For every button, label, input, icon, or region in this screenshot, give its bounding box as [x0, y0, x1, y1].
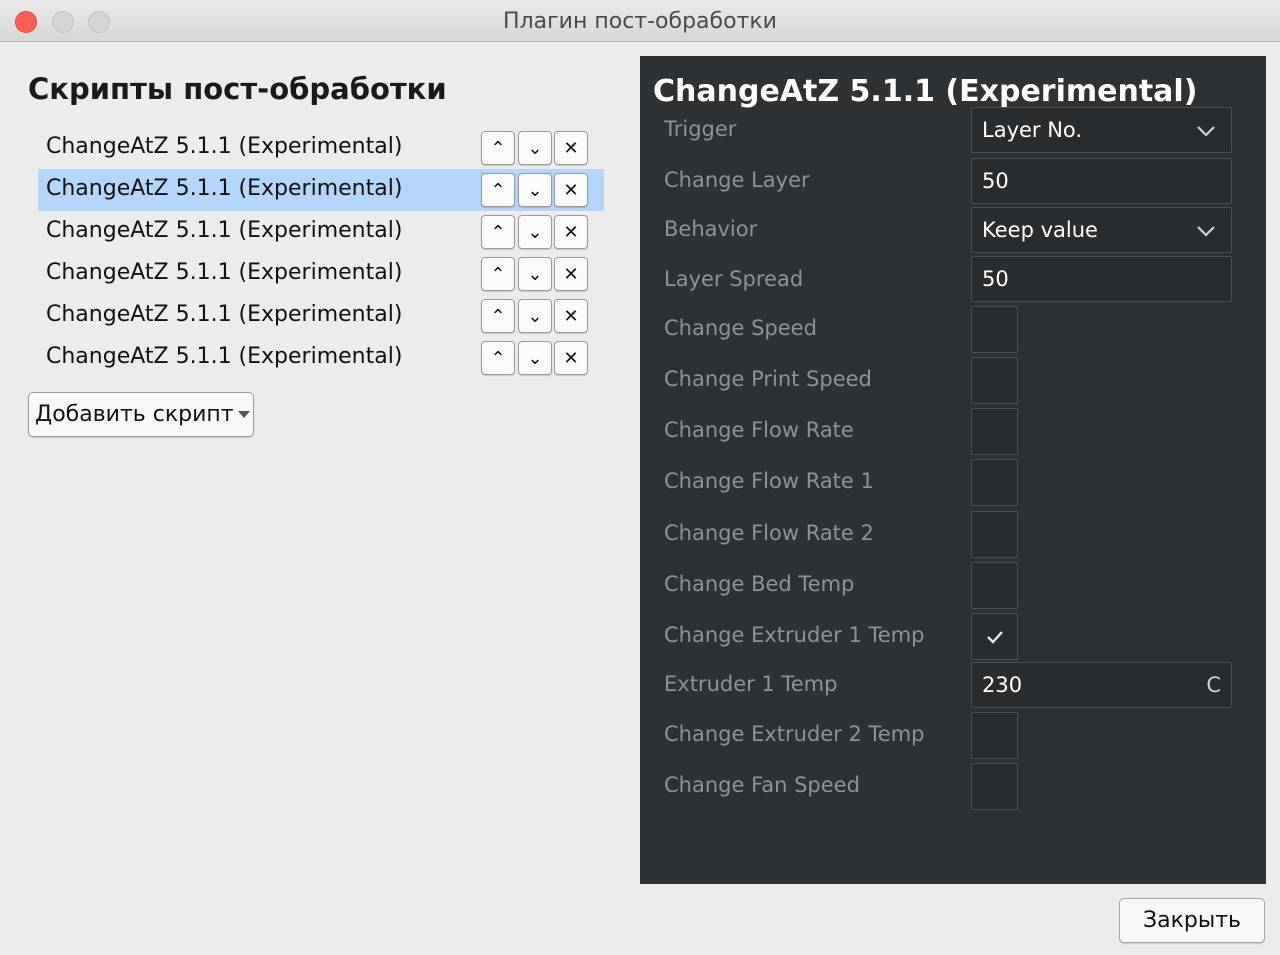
script-row[interactable]: ChangeAtZ 5.1.1 (Experimental) ⌃ ⌄ ✕ [38, 169, 604, 211]
change-flow-rate-1-checkbox[interactable] [971, 459, 1018, 506]
change-layer-value: 50 [982, 169, 1009, 193]
chevron-down-icon: ⌄ [527, 221, 543, 243]
script-name: ChangeAtZ 5.1.1 (Experimental) [46, 302, 403, 327]
script-row[interactable]: ChangeAtZ 5.1.1 (Experimental) ⌃ ⌄ ✕ [38, 211, 604, 253]
remove-script-button[interactable]: ✕ [554, 215, 588, 249]
script-settings-panel: ChangeAtZ 5.1.1 (Experimental) Trigger L… [640, 56, 1266, 884]
change-flow-rate-2-label: Change Flow Rate 2 [664, 521, 874, 545]
change-layer-input[interactable]: 50 [971, 158, 1232, 204]
script-row[interactable]: ChangeAtZ 5.1.1 (Experimental) ⌃ ⌄ ✕ [38, 253, 604, 295]
behavior-select[interactable]: Keep value [971, 207, 1232, 253]
extruder-1-temp-value: 230 [982, 673, 1023, 697]
behavior-label: Behavior [664, 217, 758, 241]
title-bar: Плагин пост-обработки [0, 0, 1280, 42]
temp-unit: C [1206, 673, 1221, 697]
chevron-down-icon: ⌄ [527, 263, 543, 285]
chevron-down-icon: ⌄ [527, 305, 543, 327]
change-bed-temp-checkbox[interactable] [971, 562, 1018, 609]
close-icon: ✕ [563, 347, 579, 369]
change-print-speed-label: Change Print Speed [664, 367, 872, 391]
close-icon: ✕ [563, 137, 579, 159]
close-icon: ✕ [563, 263, 579, 285]
script-name: ChangeAtZ 5.1.1 (Experimental) [46, 344, 403, 369]
chevron-down-icon: ⌄ [527, 347, 543, 369]
script-row[interactable]: ChangeAtZ 5.1.1 (Experimental) ⌃ ⌄ ✕ [38, 127, 604, 169]
move-up-button[interactable]: ⌃ [481, 257, 515, 291]
chevron-up-icon: ⌃ [490, 179, 506, 201]
remove-script-button[interactable]: ✕ [554, 131, 588, 165]
change-extruder-2-temp-label: Change Extruder 2 Temp [664, 722, 925, 746]
change-extruder-1-temp-label: Change Extruder 1 Temp [664, 623, 925, 647]
change-layer-label: Change Layer [664, 168, 810, 192]
layer-spread-label: Layer Spread [664, 267, 804, 291]
close-icon: ✕ [563, 221, 579, 243]
chevron-up-icon: ⌃ [490, 305, 506, 327]
add-script-button[interactable]: Добавить скрипт [28, 392, 254, 437]
settings-title: ChangeAtZ 5.1.1 (Experimental) [653, 74, 1198, 109]
move-up-button[interactable]: ⌃ [481, 173, 515, 207]
trigger-value: Layer No. [982, 118, 1083, 142]
extruder-1-temp-label: Extruder 1 Temp [664, 672, 838, 696]
change-flow-rate-checkbox[interactable] [971, 408, 1018, 455]
close-button[interactable]: Закрыть [1119, 898, 1265, 943]
scripts-heading: Скрипты пост-обработки [28, 72, 447, 106]
change-speed-label: Change Speed [664, 316, 817, 340]
change-flow-rate-label: Change Flow Rate [664, 418, 854, 442]
change-flow-rate-2-checkbox[interactable] [971, 511, 1018, 558]
chevron-up-icon: ⌃ [490, 221, 506, 243]
move-up-button[interactable]: ⌃ [481, 299, 515, 333]
script-name: ChangeAtZ 5.1.1 (Experimental) [46, 218, 403, 243]
chevron-up-icon: ⌃ [490, 137, 506, 159]
change-fan-speed-checkbox[interactable] [971, 763, 1018, 810]
change-print-speed-checkbox[interactable] [971, 357, 1018, 404]
move-up-button[interactable]: ⌃ [481, 341, 515, 375]
move-down-button[interactable]: ⌄ [518, 257, 552, 291]
layer-spread-value: 50 [982, 267, 1009, 291]
trigger-label: Trigger [664, 117, 737, 141]
window-title: Плагин пост-обработки [503, 9, 777, 34]
change-speed-checkbox[interactable] [971, 306, 1018, 353]
chevron-down-icon [1197, 226, 1215, 237]
script-name: ChangeAtZ 5.1.1 (Experimental) [46, 134, 403, 159]
layer-spread-input[interactable]: 50 [971, 256, 1232, 302]
move-up-button[interactable]: ⌃ [481, 215, 515, 249]
change-extruder-2-temp-checkbox[interactable] [971, 712, 1018, 759]
add-script-label: Добавить скрипт [35, 402, 234, 427]
move-up-button[interactable]: ⌃ [481, 131, 515, 165]
chevron-up-icon: ⌃ [490, 263, 506, 285]
remove-script-button[interactable]: ✕ [554, 341, 588, 375]
change-extruder-1-temp-checkbox[interactable] [971, 613, 1018, 660]
move-down-button[interactable]: ⌄ [518, 341, 552, 375]
remove-script-button[interactable]: ✕ [554, 299, 588, 333]
chevron-down-icon: ⌄ [527, 179, 543, 201]
close-icon: ✕ [563, 305, 579, 327]
chevron-down-icon [1197, 126, 1215, 137]
move-down-button[interactable]: ⌄ [518, 173, 552, 207]
script-row[interactable]: ChangeAtZ 5.1.1 (Experimental) ⌃ ⌄ ✕ [38, 295, 604, 337]
script-name: ChangeAtZ 5.1.1 (Experimental) [46, 176, 403, 201]
chevron-down-icon: ⌄ [527, 137, 543, 159]
change-fan-speed-label: Change Fan Speed [664, 773, 860, 797]
move-down-button[interactable]: ⌄ [518, 299, 552, 333]
move-down-button[interactable]: ⌄ [518, 131, 552, 165]
chevron-up-icon: ⌃ [490, 347, 506, 369]
change-bed-temp-label: Change Bed Temp [664, 572, 855, 596]
remove-script-button[interactable]: ✕ [554, 173, 588, 207]
script-row[interactable]: ChangeAtZ 5.1.1 (Experimental) ⌃ ⌄ ✕ [38, 337, 604, 379]
move-down-button[interactable]: ⌄ [518, 215, 552, 249]
checkmark-icon [986, 630, 1003, 644]
behavior-value: Keep value [982, 218, 1098, 242]
dropdown-caret-icon [237, 411, 250, 418]
close-icon: ✕ [563, 179, 579, 201]
script-name: ChangeAtZ 5.1.1 (Experimental) [46, 260, 403, 285]
script-list: ChangeAtZ 5.1.1 (Experimental) ⌃ ⌄ ✕ Cha… [38, 127, 604, 379]
trigger-select[interactable]: Layer No. [971, 107, 1232, 153]
remove-script-button[interactable]: ✕ [554, 257, 588, 291]
extruder-1-temp-input[interactable]: 230 C [971, 662, 1232, 708]
change-flow-rate-1-label: Change Flow Rate 1 [664, 469, 874, 493]
